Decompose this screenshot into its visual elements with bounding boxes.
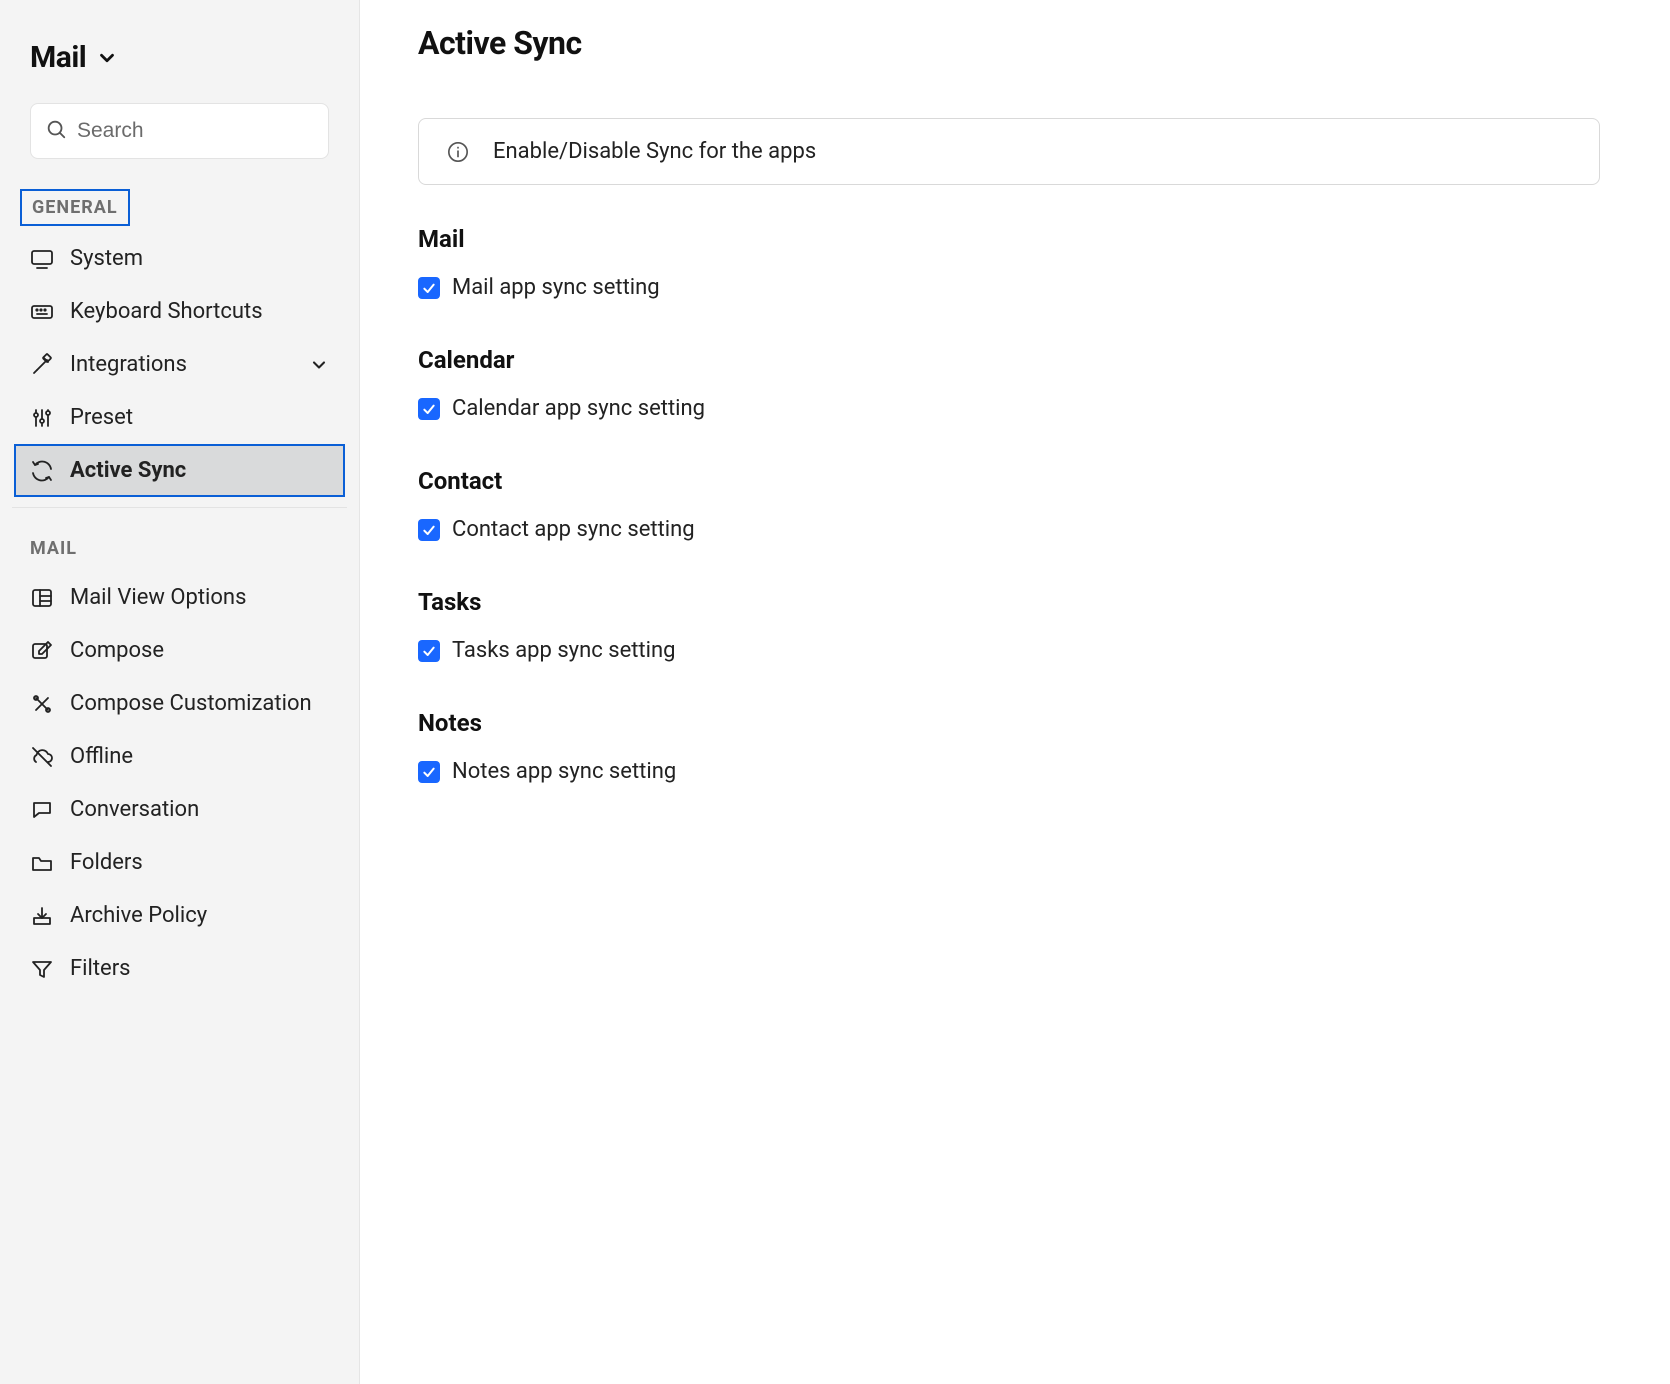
layout-icon [30, 586, 54, 610]
info-callout: Enable/Disable Sync for the apps [418, 118, 1600, 185]
sidebar-item-label: Keyboard Shortcuts [70, 299, 263, 324]
sidebar-item-label: Compose [70, 638, 164, 663]
sliders-icon [30, 406, 54, 430]
sidebar: Mail GENERAL System Keyboard Shortcuts [0, 0, 360, 1384]
section-label-mail: MAIL [20, 532, 87, 565]
sidebar-item-conversation[interactable]: Conversation [0, 783, 359, 836]
sync-label: Contact app sync setting [452, 517, 695, 542]
page-title: Active Sync [418, 24, 1600, 62]
sync-section-notes: Notes Notes app sync setting [418, 709, 1600, 784]
sidebar-item-keyboard-shortcuts[interactable]: Keyboard Shortcuts [0, 285, 359, 338]
chat-icon [30, 798, 54, 822]
checkbox-mail-sync[interactable] [418, 277, 440, 299]
sidebar-item-label: Archive Policy [70, 903, 207, 928]
sync-heading: Contact [418, 467, 1600, 495]
sidebar-item-offline[interactable]: Offline [0, 730, 359, 783]
section-divider [12, 507, 347, 508]
search-box[interactable] [30, 103, 329, 159]
checkbox-tasks-sync[interactable] [418, 640, 440, 662]
sync-heading: Notes [418, 709, 1600, 737]
checkbox-contact-sync[interactable] [418, 519, 440, 541]
main-content: Active Sync Enable/Disable Sync for the … [360, 0, 1670, 1384]
sync-row: Notes app sync setting [418, 759, 1600, 784]
sidebar-item-mail-view-options[interactable]: Mail View Options [0, 571, 359, 624]
section-label-general: GENERAL [20, 189, 130, 226]
checkbox-calendar-sync[interactable] [418, 398, 440, 420]
sidebar-item-active-sync[interactable]: Active Sync [14, 444, 345, 497]
search-icon [45, 118, 67, 144]
sync-section-mail: Mail Mail app sync setting [418, 225, 1600, 300]
sync-label: Notes app sync setting [452, 759, 676, 784]
sync-section-calendar: Calendar Calendar app sync setting [418, 346, 1600, 421]
app-switcher[interactable]: Mail [0, 36, 359, 103]
filter-icon [30, 957, 54, 981]
archive-icon [30, 904, 54, 928]
sync-label: Tasks app sync setting [452, 638, 675, 663]
chevron-down-icon [309, 355, 329, 375]
sync-label: Calendar app sync setting [452, 396, 705, 421]
sidebar-item-label: Active Sync [70, 458, 186, 483]
search-input[interactable] [77, 119, 314, 143]
sync-section-tasks: Tasks Tasks app sync setting [418, 588, 1600, 663]
search-wrap [0, 103, 359, 189]
sidebar-item-label: Offline [70, 744, 133, 769]
sidebar-item-compose-customization[interactable]: Compose Customization [0, 677, 359, 730]
sidebar-item-preset[interactable]: Preset [0, 391, 359, 444]
sidebar-item-label: Integrations [70, 352, 187, 377]
sidebar-item-compose[interactable]: Compose [0, 624, 359, 677]
cloud-off-icon [30, 745, 54, 769]
sidebar-item-archive-policy[interactable]: Archive Policy [0, 889, 359, 942]
sync-heading: Calendar [418, 346, 1600, 374]
keyboard-icon [30, 300, 54, 324]
sidebar-item-label: Compose Customization [70, 691, 312, 716]
sidebar-item-label: System [70, 246, 143, 271]
tools-icon [30, 692, 54, 716]
info-text: Enable/Disable Sync for the apps [493, 139, 816, 164]
sync-label: Mail app sync setting [452, 275, 660, 300]
info-icon [447, 141, 469, 163]
nav-scroll[interactable]: GENERAL System Keyboard Shortcuts Integr… [0, 189, 359, 1384]
sidebar-item-label: Folders [70, 850, 143, 875]
sidebar-item-filters[interactable]: Filters [0, 942, 359, 995]
sidebar-item-integrations[interactable]: Integrations [0, 338, 359, 391]
sync-heading: Mail [418, 225, 1600, 253]
checkbox-notes-sync[interactable] [418, 761, 440, 783]
sidebar-item-label: Mail View Options [70, 585, 246, 610]
folder-icon [30, 851, 54, 875]
sidebar-item-folders[interactable]: Folders [0, 836, 359, 889]
sidebar-item-label: Preset [70, 405, 133, 430]
sync-icon [30, 459, 54, 483]
compose-icon [30, 639, 54, 663]
chevron-down-icon [96, 47, 118, 69]
sidebar-item-label: Conversation [70, 797, 199, 822]
sync-row: Contact app sync setting [418, 517, 1600, 542]
sidebar-item-label: Filters [70, 956, 131, 981]
sync-heading: Tasks [418, 588, 1600, 616]
app-title: Mail [30, 40, 86, 75]
sync-row: Calendar app sync setting [418, 396, 1600, 421]
sync-row: Tasks app sync setting [418, 638, 1600, 663]
monitor-icon [30, 247, 54, 271]
plug-icon [30, 353, 54, 377]
sidebar-item-system[interactable]: System [0, 232, 359, 285]
sync-row: Mail app sync setting [418, 275, 1600, 300]
sync-section-contact: Contact Contact app sync setting [418, 467, 1600, 542]
